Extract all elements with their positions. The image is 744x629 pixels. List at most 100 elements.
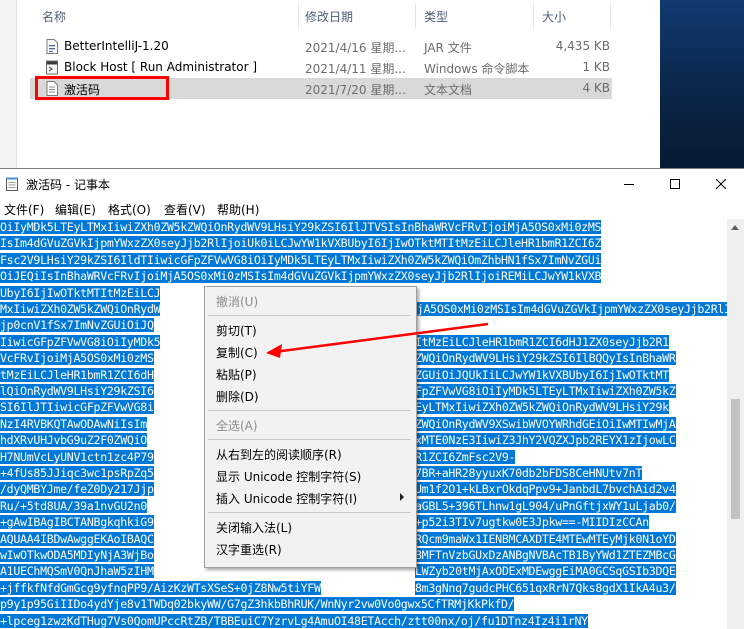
text-line: /dyQMBYJme/feZ0Dy217Jjp xyxy=(0,481,154,497)
menu-separator xyxy=(208,439,411,440)
context-menu-item[interactable]: 剪切(T) xyxy=(205,319,416,341)
menu-view[interactable]: 查看(V) xyxy=(164,201,206,218)
text-line-right: EyLTMxIiwiZXh0ZW5kZWQiOnRydWV9LHsiY29k xyxy=(415,399,669,415)
selected-text: +jffkfNfdGmGcg9yfnqPP9/AizKzWTsXSeS+0jZ8… xyxy=(0,580,321,595)
menu-file[interactable]: 文件(F) xyxy=(4,201,44,218)
selected-text: LWZyb20tMjAxODExMDEwggEiMA0GCSqGSIb3DQE xyxy=(415,564,676,579)
file-row[interactable]: BetterIntelliJ-1.20 2021/4/16 星期... JAR … xyxy=(30,36,612,57)
context-menu-item[interactable]: 删除(D) xyxy=(205,385,416,407)
context-menu-item[interactable]: 关闭输入法(L) xyxy=(205,516,416,538)
menu-separator xyxy=(208,315,411,316)
context-menu-item[interactable]: 从右到左的阅读顺序(R) xyxy=(205,443,416,465)
menu-item-label: 删除(D) xyxy=(216,390,259,404)
window-title: 激活码 - 记事本 xyxy=(26,178,110,192)
text-line: A1UEChMQSmV0QnJhaW5zIHM xyxy=(0,563,154,579)
file-row[interactable]: Block Host [ Run Administrator ] 2021/4/… xyxy=(30,57,612,78)
selected-text: +lpceg1zwzKdTHug7Vs0QomUPccRtZB/TBBEuiC7… xyxy=(0,613,588,628)
column-header-name[interactable]: 名称 xyxy=(42,8,66,25)
column-divider[interactable] xyxy=(533,4,534,28)
column-header-type[interactable]: 类型 xyxy=(424,8,448,25)
selected-text: OiJEQiIsInBhaWRVcFRvIjoiMjA5OS0xMi0zMSIs… xyxy=(0,269,602,284)
text-line: NzI4RVBKQTAwODAwNiIsIm xyxy=(0,416,147,432)
context-menu: 撤消(U) 剪切(T) 复制(C) 粘贴(P) 删除(D) 全选(A) 从右到左的阅读顺序(… xyxy=(204,286,417,568)
text-line: Fsc2V9LHsiY29kZSI6IldTIiwicGFpZFVwVG8iOi… xyxy=(0,252,602,268)
selected-text: 7BR+aHR28yyuxK70db2bFDS8CeHNUtv7nT xyxy=(415,466,643,480)
menu-item-label: 关闭输入法(L) xyxy=(216,521,293,535)
text-line: tMzEiLCJleHR1bmR1ZCI6dH xyxy=(0,367,154,383)
column-header-size[interactable]: 大小 xyxy=(542,8,566,25)
selected-text: aGBL5+396TLhnw1gL904/uPnGftjxWY1uLjab0/ xyxy=(415,498,676,513)
selected-text: tMzEiLCJleHR1bmR1ZCI6dH xyxy=(0,367,154,382)
file-size: 4,435 KB xyxy=(555,39,610,53)
close-icon xyxy=(716,179,726,189)
text-line-right: FpZFVwVG8iOiIyMDk5LTEyLTMxIiwiZXh0ZW5kZ xyxy=(415,383,676,399)
column-divider[interactable] xyxy=(610,4,611,28)
file-date: 2021/4/11 星期... xyxy=(305,62,406,76)
text-line: jp0cnV1fSx7ImNvZGUiOiJQ xyxy=(0,317,154,333)
selected-text: Fsc2V9LHsiY29kZSI6IldTIiwicGFpZFVwVG8iOi… xyxy=(0,252,602,267)
selected-text: BMFTnVzbGUxDzANBgNVBAcTB1ByYWd1ZTEZMBcG xyxy=(415,548,676,562)
context-menu-item[interactable]: 粘贴(P) xyxy=(205,363,416,385)
maximize-button[interactable] xyxy=(652,169,698,199)
submenu-arrow-icon xyxy=(400,493,404,501)
selected-text: ItMzEiLCJleHR1bmR1ZCI6dHJ1ZX0seyJjb2R1 xyxy=(415,334,669,349)
minimize-button[interactable] xyxy=(606,169,652,199)
selected-text: A1UEChMQSmV0QnJhaW5zIHM xyxy=(0,564,154,579)
selected-text: IiwicGFpZFVwVG8iOiIyMDk5 xyxy=(0,334,161,349)
selected-text: RQcm9maWx1IENBMCAXDTE4MTEwMTEyMjk0N1oYD xyxy=(415,531,676,546)
menu-format[interactable]: 格式(O) xyxy=(108,201,151,218)
text-line: lQiOnRydWV9LHsiY29kZSI6 xyxy=(0,383,154,399)
menu-item-label: 全选(A) xyxy=(216,419,258,433)
scroll-up-icon[interactable] xyxy=(731,225,739,230)
column-divider[interactable] xyxy=(298,4,299,28)
text-line: Ru/+5td8UA/39a1nvGU2n0 xyxy=(0,498,147,514)
menu-item-label: 撤消(U) xyxy=(216,295,259,309)
selected-text: lQiOnRydWV9LHsiY29kZSI6 xyxy=(0,384,154,398)
selected-text: jp0cnV1fSx7ImNvZGUiOiJQ xyxy=(0,318,154,333)
context-menu-item[interactable]: 插入 Unicode 控制字符(I) xyxy=(205,487,416,509)
text-line-right: Um1f2O1+kLBxrOkdqPpv9+JanbdL7bvchAid2v4 xyxy=(415,481,676,497)
selected-text: xMTE0NzE3IiwiZ3JhY2VQZXJpb2REYX1zIjowLC xyxy=(415,433,676,448)
vertical-scrollbar[interactable] xyxy=(727,219,744,629)
batch-script-icon xyxy=(46,60,58,75)
context-menu-item: 撤消(U) xyxy=(205,290,416,312)
text-line: VcFRvIjoiMjA5OS0xMi0zMS xyxy=(0,350,154,366)
selected-text: +gAwIBAgIBCTANBgkqhkiG9 xyxy=(0,515,154,530)
file-date: 2021/7/20 星期... xyxy=(305,83,406,97)
menu-help[interactable]: 帮助(H) xyxy=(217,201,259,218)
text-line: +lpceg1zwzKdTHug7Vs0QomUPccRtZB/TBBEuiC7… xyxy=(0,613,588,629)
selected-text: OiIyMDk5LTEyLTMxIiwiZXh0ZW5kZWQiOnRydWV9… xyxy=(0,220,602,234)
column-header-date[interactable]: 修改日期 xyxy=(305,8,353,25)
close-button[interactable] xyxy=(698,169,744,199)
context-menu-item[interactable]: 汉字重选(R) xyxy=(205,538,416,560)
selected-text: FpZFVwVG8iOiIyMDk5LTEyLTMxIiwiZXh0ZW5kZ xyxy=(415,384,676,398)
file-size: 4 KB xyxy=(582,81,610,95)
text-line: +jffkfNfdGmGcg9yfnqPP9/AizKzWTsXSeS+0jZ8… xyxy=(0,580,321,596)
scrollbar-thumb[interactable] xyxy=(731,399,740,519)
text-line: OiIyMDk5LTEyLTMxIiwiZXh0ZW5kZWQiOnRydWV9… xyxy=(0,219,602,235)
menu-edit[interactable]: 编辑(E) xyxy=(55,201,96,218)
text-line: IsIm4dGVuZGVkIjpmYWxzZX0seyJjb2RlIjoiUk0… xyxy=(0,235,602,251)
menu-item-label: 插入 Unicode 控制字符(I) xyxy=(216,492,358,506)
selected-text: IsIm4dGVuZGVkIjpmYWxzZX0seyJjb2RlIjoiUk0… xyxy=(0,236,602,251)
maximize-icon xyxy=(670,179,680,189)
menu-item-label: 显示 Unicode 控制字符(S) xyxy=(216,470,362,484)
context-menu-item[interactable]: 显示 Unicode 控制字符(S) xyxy=(205,465,416,487)
column-header-row: 名称 修改日期 类型 大小 xyxy=(30,0,660,32)
text-line: +4fUs85JJiqc3wc1psRpZq5 xyxy=(0,465,154,481)
selected-text: ZWQiOnRydWV9LHsiY29kZSI6IlBQQyIsInBhaWR xyxy=(415,351,676,366)
menu-item-label: 粘贴(P) xyxy=(216,368,257,382)
column-divider[interactable] xyxy=(415,4,416,28)
selected-text: +p52i3TIv7ugtkw0E3Jpkw==-MIIDIzCCAn xyxy=(415,515,649,530)
context-menu-item[interactable]: 复制(C) xyxy=(205,341,416,363)
context-menu-item: 全选(A) xyxy=(205,414,416,436)
title-bar[interactable]: 激活码 - 记事本 xyxy=(0,169,744,199)
text-line: MxIiwiZXh0ZW5kZWQiOnRydW xyxy=(0,301,161,317)
navigation-pane-edge xyxy=(0,0,17,168)
text-line-right: ZWQiOnRydWV9LHsiY29kZSI6IlBQQyIsInBhaWR xyxy=(415,350,676,366)
text-line-right: BMFTnVzbGUxDzANBgNVBAcTB1ByYWd1ZTEZMBcG xyxy=(415,547,676,563)
text-line-right: 7BR+aHR28yyuxK70db2bFDS8CeHNUtv7nT xyxy=(415,465,643,481)
menu-item-label: 汉字重选(R) xyxy=(216,543,282,557)
text-line: H7NUmVcLyUNV1ctn1zc4P79 xyxy=(0,449,154,465)
selected-text: EyLTMxIiwiZXh0ZW5kZWQiOnRydWV9LHsiY29k xyxy=(415,400,669,415)
